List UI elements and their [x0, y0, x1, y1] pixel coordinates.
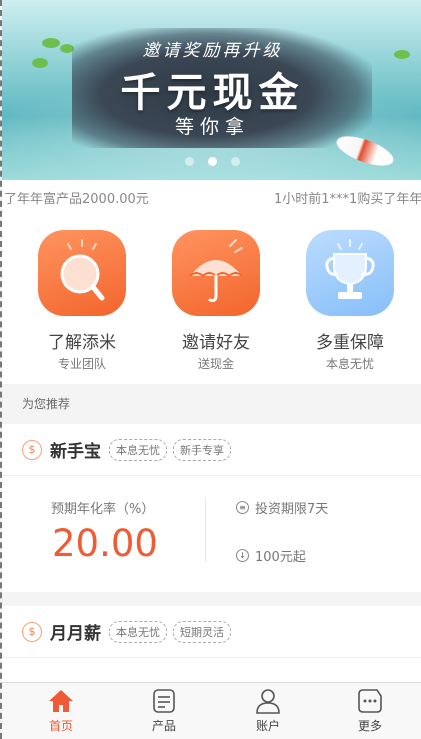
term-info: ≡ 投资期限7天 [236, 498, 328, 517]
ticker-text: 1小时前1***1购买了年年 [274, 192, 421, 207]
promo-banner[interactable]: 邀请奖励再升级 千元现金 等你拿 [2, 0, 421, 180]
feature-title: 邀请好友 [182, 333, 250, 353]
tab-more[interactable]: 更多 [330, 687, 410, 734]
feature-title: 多重保障 [316, 333, 384, 353]
product-name: 新手宝 [50, 442, 101, 462]
feature-subtitle: 专业团队 [57, 357, 106, 371]
product-body: 预期年化率（%） 20.00 ≡ 投资期限7天 ↓ 100元起 [2, 476, 421, 592]
tab-account[interactable]: 账户 [228, 687, 308, 734]
product-name: 月月薪 [50, 624, 101, 644]
user-icon [228, 687, 308, 715]
product-tag: 短期灵活 [173, 620, 231, 643]
feature-subtitle: 本息无忧 [325, 357, 374, 371]
feature-grid: 了解添米 专业团队 邀请好友 送现金 多重保障 本息无忧 [2, 220, 421, 384]
product-header: $ 新手宝 本息无忧 新手专享 [2, 424, 421, 476]
min-amount-text: 100元起 [255, 550, 306, 565]
section-heading: 为您推荐 [2, 386, 421, 424]
tab-label: 产品 [151, 719, 176, 733]
divider [205, 498, 206, 562]
coin-icon: $ [22, 439, 42, 460]
product-tag: 新手专享 [173, 438, 231, 461]
home-icon [21, 687, 101, 715]
feature-title: 了解添米 [48, 333, 116, 353]
ticker-text: 了年年富产品2000.00元 [4, 192, 149, 207]
tab-label: 账户 [255, 719, 280, 733]
coin-icon: $ [22, 621, 42, 642]
banner-subtitle: 邀请奖励再升级 [142, 41, 283, 61]
bottom-tab-bar: 首页 产品 账户 更多 [2, 682, 421, 739]
carousel-dot[interactable] [208, 157, 217, 166]
product-card-yueyuexin[interactable]: $ 月月薪 本息无忧 短期灵活 [2, 606, 421, 682]
feature-invite[interactable]: 邀请好友 送现金 [156, 230, 276, 372]
product-tag: 本息无忧 [109, 438, 167, 461]
banner-headline: 千元现金 [120, 69, 305, 116]
product-header: $ 月月薪 本息无忧 短期灵活 [2, 606, 421, 658]
tab-products[interactable]: 产品 [124, 687, 204, 734]
carousel-dot[interactable] [231, 157, 240, 166]
feature-security[interactable]: 多重保障 本息无忧 [290, 230, 410, 372]
magnifier-icon [38, 230, 126, 316]
feature-about[interactable]: 了解添米 专业团队 [22, 230, 142, 372]
rate-label: 预期年化率（%） [51, 502, 155, 517]
carousel-dots [2, 151, 421, 170]
purchase-ticker: 了年年富产品2000.00元 1小时前1***1购买了年年 [2, 180, 421, 220]
product-tag: 本息无忧 [109, 620, 167, 643]
trophy-icon [306, 230, 394, 316]
umbrella-icon [172, 230, 260, 316]
document-icon [124, 687, 204, 715]
feature-subtitle: 送现金 [197, 357, 234, 371]
banner-tagline: 等你拿 [174, 116, 250, 138]
tab-home[interactable]: 首页 [21, 687, 101, 734]
min-amount-info: ↓ 100元起 [236, 546, 306, 565]
app-page: 邀请奖励再升级 千元现金 等你拿 了年年富产品2000.00元 1小时前1***… [0, 0, 421, 739]
rate-value: 20.00 [52, 522, 158, 565]
calendar-icon: ≡ [236, 501, 249, 514]
product-card-xinshoubao[interactable]: $ 新手宝 本息无忧 新手专享 预期年化率（%） 20.00 ≡ 投资期限7天 … [2, 424, 421, 592]
download-icon: ↓ [236, 549, 249, 562]
tab-label: 首页 [48, 719, 73, 733]
more-icon [330, 687, 410, 715]
tab-label: 更多 [357, 719, 382, 733]
carousel-dot[interactable] [185, 157, 194, 166]
term-text: 投资期限7天 [255, 502, 329, 517]
